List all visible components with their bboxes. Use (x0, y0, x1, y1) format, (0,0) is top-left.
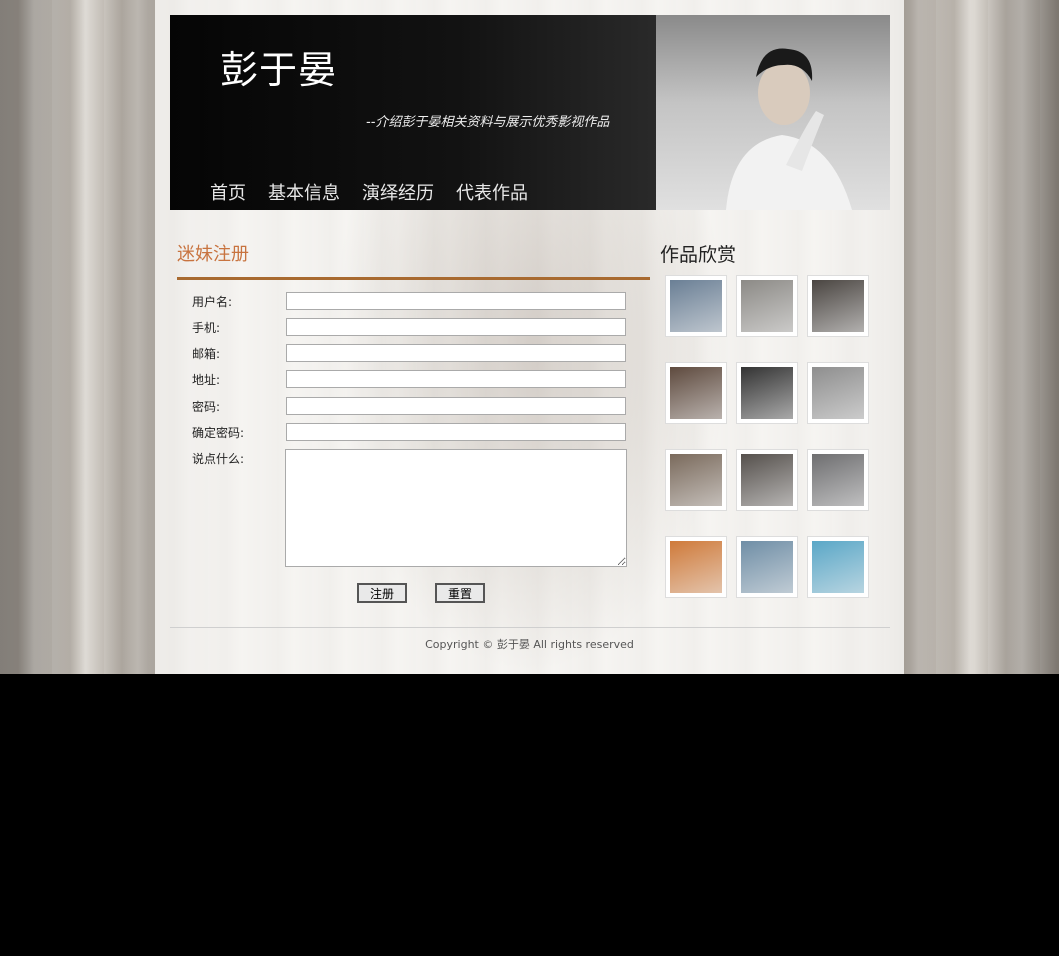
thumb-image (670, 541, 722, 593)
comment-textarea[interactable] (285, 449, 627, 567)
username-input[interactable] (286, 292, 626, 310)
gallery-thumb-9[interactable] (807, 449, 869, 511)
thumb-image (741, 454, 793, 506)
gallery-thumb-8[interactable] (736, 449, 798, 511)
thumb-image (812, 367, 864, 419)
main-nav: 首页 基本信息 演绎经历 代表作品 (210, 179, 550, 205)
thumb-image (670, 280, 722, 332)
gallery-thumb-7[interactable] (665, 449, 727, 511)
site-title: 彭于晏 (220, 48, 338, 92)
email-label: 邮箱: (192, 347, 221, 361)
gallery-thumb-12[interactable] (807, 536, 869, 598)
phone-input[interactable] (286, 318, 626, 336)
gallery-thumb-11[interactable] (736, 536, 798, 598)
register-divider (177, 277, 650, 280)
nav-works[interactable]: 代表作品 (456, 179, 528, 205)
portrait-illustration (726, 48, 852, 210)
gallery-thumb-3[interactable] (807, 275, 869, 337)
password-input[interactable] (286, 397, 626, 415)
thumb-image (670, 367, 722, 419)
password-label: 密码: (192, 400, 221, 414)
site-header: 彭于晏 --介绍彭于晏相关资料与展示优秀影视作品 首页 基本信息 演绎经历 代表… (170, 15, 890, 210)
gallery-thumb-2[interactable] (736, 275, 798, 337)
nav-home[interactable]: 首页 (210, 179, 246, 205)
reset-button[interactable]: 重置 (435, 583, 485, 603)
comment-label: 说点什么: (192, 452, 245, 466)
register-button[interactable]: 注册 (357, 583, 407, 603)
thumb-image (812, 541, 864, 593)
gallery-thumb-1[interactable] (665, 275, 727, 337)
address-input[interactable] (286, 370, 626, 388)
nav-basic-info[interactable]: 基本信息 (268, 179, 340, 205)
header-portrait-image (656, 15, 890, 210)
thumb-image (741, 367, 793, 419)
confirm-password-input[interactable] (286, 423, 626, 441)
phone-label: 手机: (192, 321, 221, 335)
gallery-thumb-4[interactable] (665, 362, 727, 424)
thumb-image (670, 454, 722, 506)
register-title: 迷妹注册 (177, 244, 249, 265)
thumb-image (741, 541, 793, 593)
footer-divider (170, 627, 890, 628)
thumb-image (812, 280, 864, 332)
gallery-title: 作品欣赏 (660, 244, 737, 266)
email-input[interactable] (286, 344, 626, 362)
gallery-thumb-10[interactable] (665, 536, 727, 598)
address-label: 地址: (192, 373, 221, 387)
site-subtitle: --介绍彭于晏相关资料与展示优秀影视作品 (366, 115, 610, 130)
thumb-image (812, 454, 864, 506)
nav-career[interactable]: 演绎经历 (362, 179, 434, 205)
username-label: 用户名: (192, 295, 233, 309)
gallery-thumb-5[interactable] (736, 362, 798, 424)
gallery-thumb-6[interactable] (807, 362, 869, 424)
copyright-text: Copyright © 彭于晏 All rights reserved (425, 638, 634, 651)
thumb-image (741, 280, 793, 332)
confirm-password-label: 确定密码: (192, 426, 245, 440)
